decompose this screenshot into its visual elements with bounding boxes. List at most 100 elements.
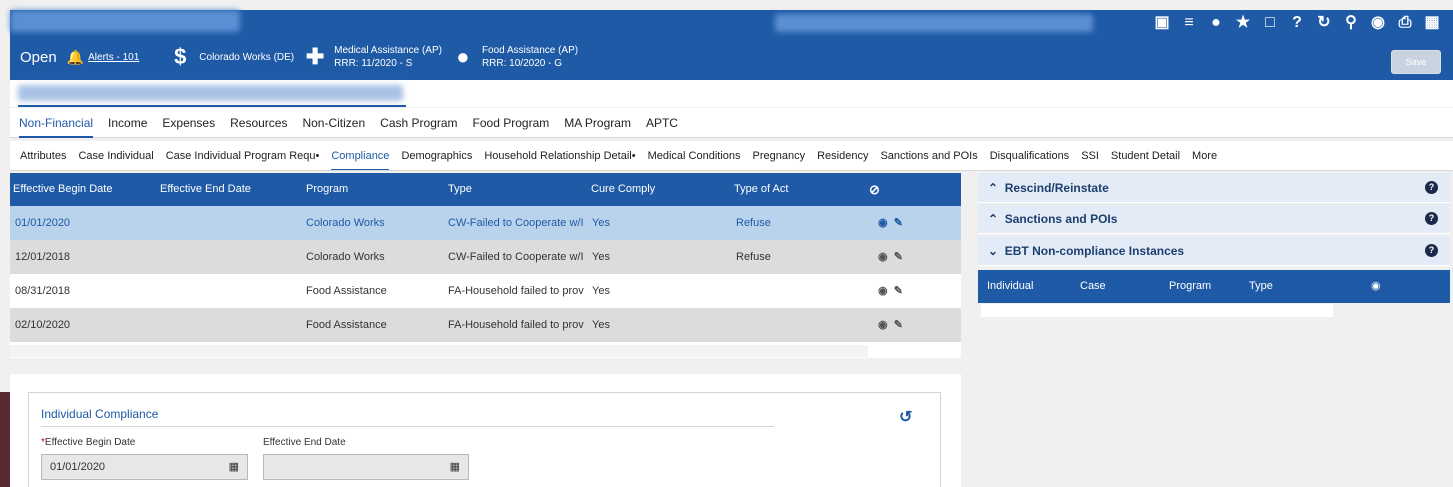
chevron-down-icon: ⌄: [988, 244, 999, 258]
row-actions: ◉ ✎: [878, 274, 903, 308]
tab-food-program[interactable]: Food Program: [473, 108, 550, 138]
col-case[interactable]: Case: [1080, 270, 1106, 303]
tab-aptc[interactable]: APTC: [646, 108, 678, 138]
accordion-ebt-noncompliance[interactable]: ⌄ EBT Non-compliance Instances ?: [978, 236, 1450, 266]
tab-resources[interactable]: Resources: [230, 108, 287, 138]
subtab-ssi[interactable]: SSI: [1081, 141, 1099, 170]
col-program[interactable]: Program: [1169, 270, 1211, 303]
star-icon[interactable]: ★: [1234, 14, 1252, 32]
hide-columns-icon[interactable]: ⊘: [869, 173, 880, 206]
tab-ma-program[interactable]: MA Program: [564, 108, 631, 138]
search-icon[interactable]: ⚲: [1342, 14, 1360, 32]
compliance-table: Effective Begin Date Effective End Date …: [10, 173, 961, 358]
view-icon[interactable]: ◉: [1371, 270, 1381, 303]
subtab-pregnancy[interactable]: Pregnancy: [753, 141, 806, 170]
ebt-table-scrollbar[interactable]: [981, 304, 1333, 317]
tab-non-citizen[interactable]: Non-Citizen: [302, 108, 365, 138]
subtab-residency[interactable]: Residency: [817, 141, 868, 170]
alerts-link[interactable]: Alerts - 101: [88, 52, 139, 63]
end-date-field[interactable]: ▦: [263, 454, 469, 480]
subtab-sanctions-and-pois[interactable]: Sanctions and POIs: [880, 141, 977, 170]
table-header: Effective Begin Date Effective End Date …: [10, 173, 961, 206]
redacted-user-info: [775, 14, 1093, 32]
col-end-date[interactable]: Effective End Date: [160, 173, 251, 206]
subtab-case-individual-program-requ[interactable]: Case Individual Program Requ•: [166, 141, 320, 170]
table-row[interactable]: 08/31/2018 Food Assistance FA-Household …: [10, 274, 961, 308]
edit-icon[interactable]: ✎: [894, 285, 903, 297]
case-status: Open: [20, 48, 57, 66]
program-medical-assistance: ✚ Medical Assistance (AP) RRR: 11/2020 -…: [304, 44, 442, 70]
title-divider: [41, 426, 774, 427]
accordion-rescind-reinstate[interactable]: ⌃ Rescind/Reinstate ?: [978, 173, 1450, 203]
col-type[interactable]: Type: [1249, 270, 1273, 303]
col-cure-comply[interactable]: Cure Comply: [591, 173, 655, 206]
begin-date-field[interactable]: 01/01/2020 ▦: [41, 454, 248, 480]
horizontal-scrollbar[interactable]: [10, 345, 868, 357]
individual-compliance-card: Individual Compliance ↺ *Effective Begin…: [10, 374, 961, 487]
program-name: Colorado Works (DE): [199, 51, 295, 63]
redacted-individual-name[interactable]: [18, 85, 403, 101]
col-begin-date[interactable]: Effective Begin Date: [13, 173, 112, 206]
cell-cure: Yes: [592, 217, 610, 229]
col-program[interactable]: Program: [306, 173, 348, 206]
subtab-compliance[interactable]: Compliance: [331, 141, 390, 170]
col-individual[interactable]: Individual: [987, 270, 1033, 303]
map-icon[interactable]: ▦: [1423, 14, 1441, 32]
cell-type: FA-Household failed to prov: [448, 285, 584, 297]
help-icon[interactable]: ?: [1425, 244, 1438, 257]
edit-icon[interactable]: ✎: [894, 319, 903, 331]
view-icon[interactable]: ◉: [878, 251, 888, 263]
help-icon[interactable]: ?: [1288, 14, 1306, 32]
view-icon[interactable]: ◉: [878, 217, 888, 229]
coin-icon[interactable]: ●: [1207, 14, 1225, 32]
case-header: ▣ ≡ ● ★ □ ? ↻ ⚲ ◉ ⎙ ▦ Open 🔔 Alerts - 10…: [10, 10, 1453, 80]
subtab-attributes[interactable]: Attributes: [20, 141, 66, 170]
col-type[interactable]: Type: [448, 173, 472, 206]
cell-cure: Yes: [592, 319, 610, 331]
subtab-medical-conditions[interactable]: Medical Conditions: [648, 141, 741, 170]
program-food-assistance: ● Food Assistance (AP) RRR: 10/2020 - G: [452, 44, 578, 70]
subtab-household-relationship-detail[interactable]: Household Relationship Detail•: [484, 141, 635, 170]
chat-icon[interactable]: ◉: [1369, 14, 1387, 32]
ebt-table-header: Individual Case Program Type ◉: [978, 270, 1450, 303]
subtab-student-detail[interactable]: Student Detail: [1111, 141, 1180, 170]
toolbar: ▣ ≡ ● ★ □ ? ↻ ⚲ ◉ ⎙ ▦: [1153, 14, 1441, 32]
list-icon[interactable]: ≡: [1180, 14, 1198, 32]
accordion-label: EBT Non-compliance Instances: [1004, 244, 1185, 258]
cell-type: FA-Household failed to prov: [448, 319, 584, 331]
cell-program: Food Assistance: [306, 319, 387, 331]
view-icon[interactable]: ◉: [878, 319, 888, 331]
edit-icon[interactable]: ✎: [894, 251, 903, 263]
tab-cash-program[interactable]: Cash Program: [380, 108, 457, 138]
help-icon[interactable]: ?: [1425, 212, 1438, 225]
subtab-more[interactable]: More: [1192, 141, 1217, 170]
table-row[interactable]: 01/01/2020 Colorado Works CW-Failed to C…: [10, 206, 961, 240]
cell-begin: 08/31/2018: [15, 285, 71, 297]
print-icon[interactable]: ⎙: [1396, 14, 1414, 32]
program-name: Medical Assistance (AP): [334, 45, 442, 56]
bookmark-icon[interactable]: □: [1261, 14, 1279, 32]
subtab-case-individual[interactable]: Case Individual: [78, 141, 153, 170]
view-icon[interactable]: ◉: [878, 285, 888, 297]
tab-non-financial[interactable]: Non-Financial: [19, 108, 94, 138]
program-rrr: RRR: 11/2020 - S: [334, 58, 413, 69]
accordion-sanctions-pois[interactable]: ⌃ Sanctions and POIs ?: [978, 204, 1450, 234]
cell-type: CW-Failed to Cooperate w/I: [448, 251, 584, 263]
subtab-disqualifications[interactable]: Disqualifications: [990, 141, 1069, 170]
calendar-icon[interactable]: ▦: [229, 455, 239, 479]
history-icon[interactable]: ↺: [899, 407, 912, 427]
cell-cure: Yes: [592, 285, 610, 297]
calendar-icon[interactable]: ▦: [450, 455, 460, 479]
refresh-icon[interactable]: ↻: [1315, 14, 1333, 32]
subtab-demographics[interactable]: Demographics: [401, 141, 472, 170]
save-button[interactable]: Save: [1391, 50, 1441, 74]
tab-income[interactable]: Income: [108, 108, 147, 138]
tab-expenses[interactable]: Expenses: [162, 108, 215, 138]
briefcase-icon[interactable]: ▣: [1153, 14, 1171, 32]
col-type-of-act[interactable]: Type of Act: [734, 173, 788, 206]
table-row[interactable]: 12/01/2018 Colorado Works CW-Failed to C…: [10, 240, 961, 274]
help-icon[interactable]: ?: [1425, 181, 1438, 194]
medical-cross-icon: ✚: [305, 44, 325, 69]
edit-icon[interactable]: ✎: [894, 217, 903, 229]
table-row[interactable]: 02/10/2020 Food Assistance FA-Household …: [10, 308, 961, 342]
